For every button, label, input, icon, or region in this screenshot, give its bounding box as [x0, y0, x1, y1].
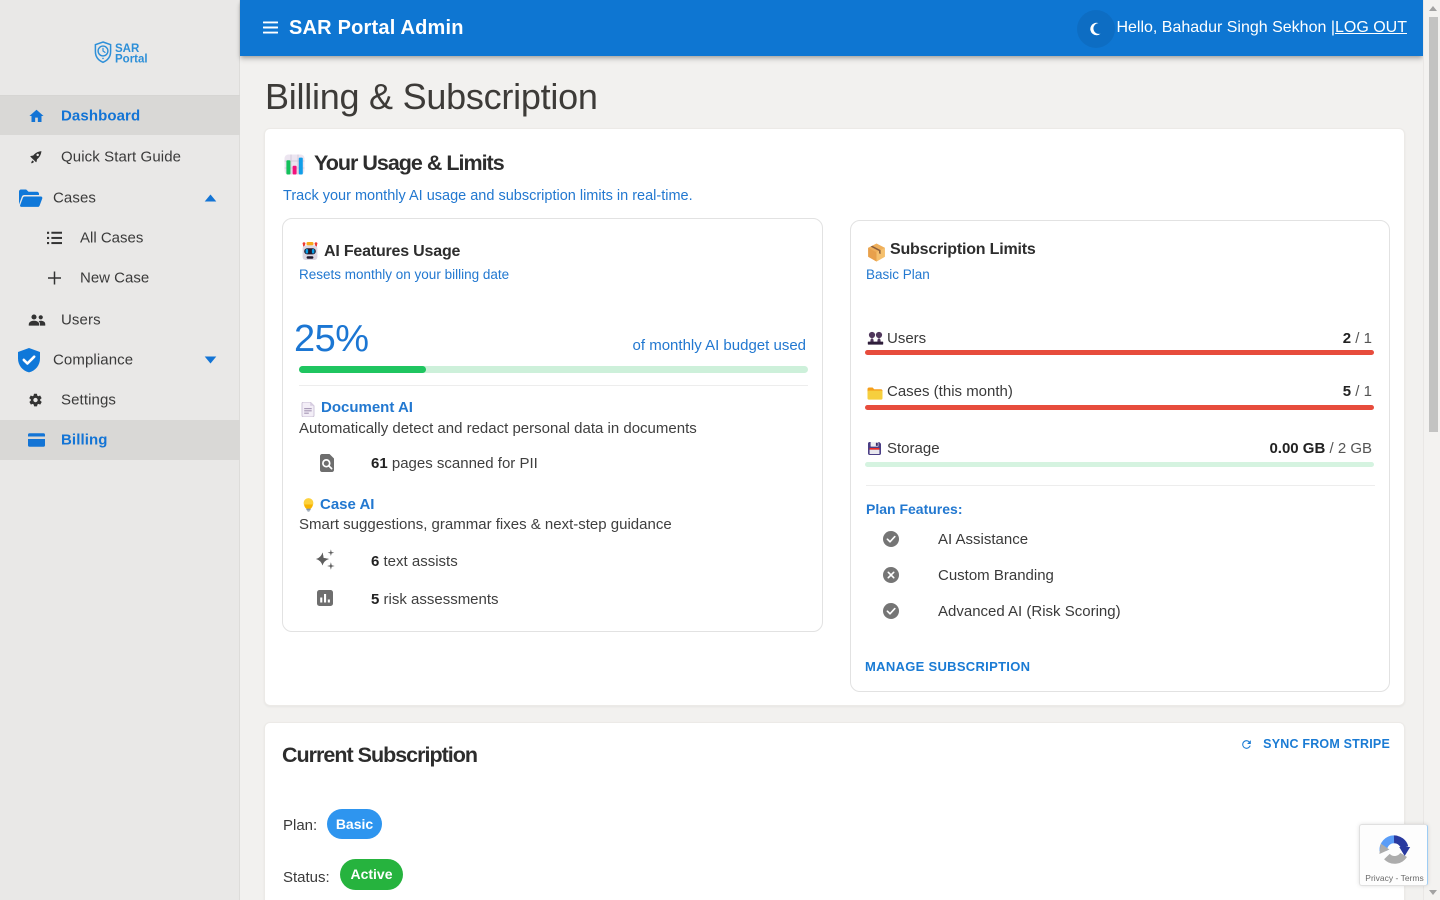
svg-text:Portal: Portal — [115, 54, 148, 66]
